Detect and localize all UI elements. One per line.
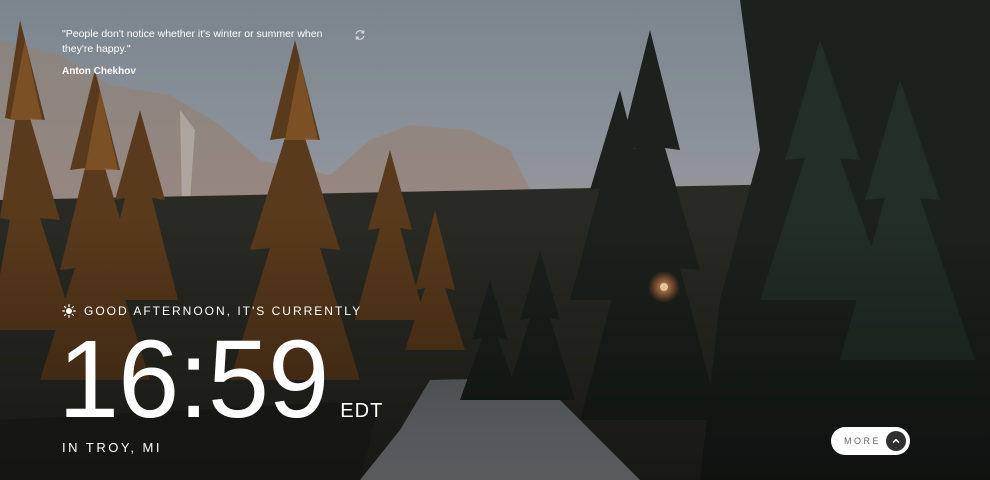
- location-text: IN TROY, MI: [62, 440, 162, 455]
- refresh-icon-svg: [355, 30, 365, 40]
- clock: 16:59 EDT: [58, 322, 383, 437]
- more-button-label: MORE: [844, 436, 881, 446]
- app-background: "People don't notice whether it's winter…: [0, 0, 990, 480]
- clock-timezone: EDT: [340, 400, 384, 422]
- sun-icon: [62, 304, 76, 318]
- chevron-up-icon-svg: [892, 438, 900, 443]
- greeting-text: GOOD AFTERNOON, IT'S CURRENTLY: [84, 304, 363, 318]
- more-button[interactable]: MORE: [831, 427, 910, 455]
- quote-block: "People don't notice whether it's winter…: [62, 27, 382, 77]
- refresh-icon[interactable]: [354, 28, 366, 40]
- quote-author: Anton Chekhov: [62, 66, 136, 77]
- chevron-up-icon: [886, 431, 906, 451]
- clock-time: 16:59: [58, 318, 329, 441]
- greeting: GOOD AFTERNOON, IT'S CURRENTLY: [62, 304, 362, 318]
- quote-text: "People don't notice whether it's winter…: [62, 28, 323, 55]
